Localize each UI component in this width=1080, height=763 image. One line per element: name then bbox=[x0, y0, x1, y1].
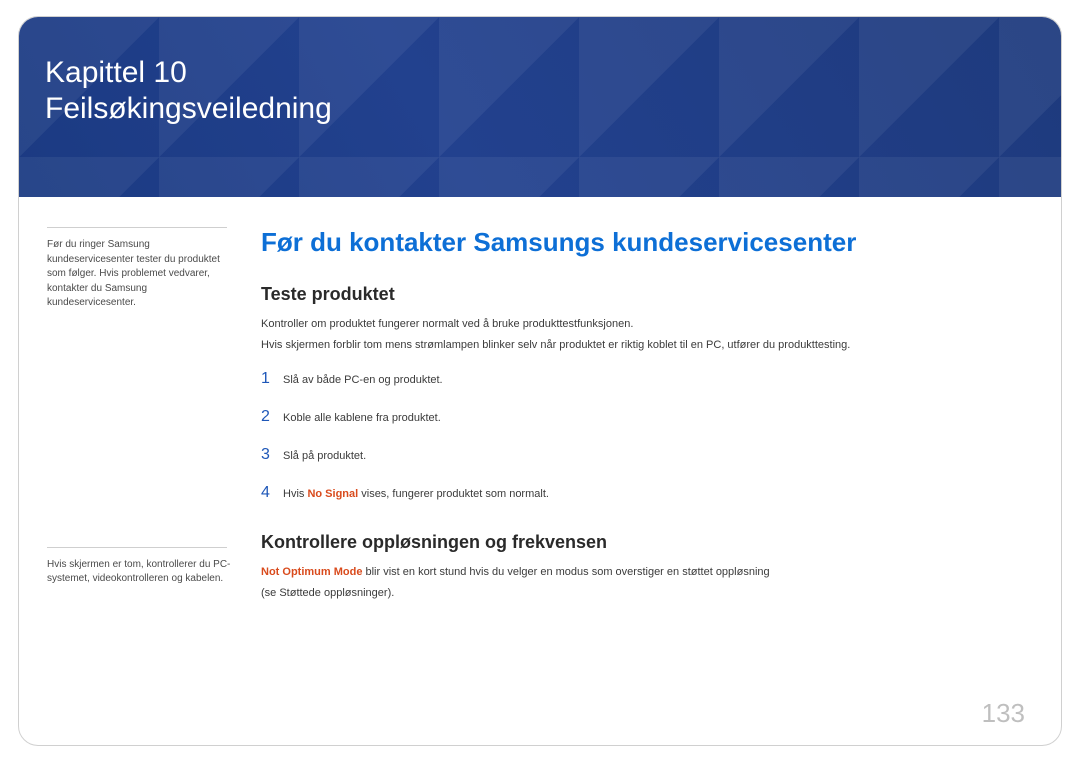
step-number: 3 bbox=[261, 446, 283, 464]
divider bbox=[47, 227, 227, 228]
sidebar-note-1: Før du ringer Samsung kundeservicesenter… bbox=[47, 238, 235, 311]
divider bbox=[47, 547, 227, 548]
step-text-suffix: vises, fungerer produktet som normalt. bbox=[358, 488, 549, 500]
chapter-label: Kapittel 10 bbox=[45, 55, 332, 91]
sidebar-notes: Før du ringer Samsung kundeservicesenter… bbox=[47, 227, 255, 746]
section-title-test-product: Teste produktet bbox=[261, 284, 1021, 305]
step-text: Koble alle kablene fra produktet. bbox=[283, 408, 441, 424]
step-text: Hvis No Signal vises, fungerer produktet… bbox=[283, 484, 549, 500]
paragraph: Kontroller om produktet fungerer normalt… bbox=[261, 317, 1021, 332]
paragraph-rest: blir vist en kort stund hvis du velger e… bbox=[362, 566, 769, 578]
step-text: Slå av både PC-en og produktet. bbox=[283, 370, 443, 386]
chapter-hero-banner: Kapittel 10 Feilsøkingsveiledning bbox=[19, 17, 1061, 197]
sidebar-note-2: Hvis skjermen er tom, kontrollerer du PC… bbox=[47, 558, 235, 587]
steps-list: 1 Slå av både PC-en og produktet. 2 Kobl… bbox=[261, 370, 1021, 502]
step-text-highlight: No Signal bbox=[307, 488, 358, 500]
paragraph: Not Optimum Mode blir vist en kort stund… bbox=[261, 565, 1021, 580]
page-heading: Før du kontakter Samsungs kundeservicese… bbox=[261, 227, 1021, 258]
step-item: 4 Hvis No Signal vises, fungerer produkt… bbox=[261, 484, 1021, 502]
step-text: Slå på produktet. bbox=[283, 446, 366, 462]
document-page: Kapittel 10 Feilsøkingsveiledning Før du… bbox=[18, 16, 1062, 746]
chapter-name: Feilsøkingsveiledning bbox=[45, 91, 332, 127]
step-number: 1 bbox=[261, 370, 283, 388]
content-area: Før du ringer Samsung kundeservicesenter… bbox=[19, 197, 1061, 746]
paragraph-highlight: Not Optimum Mode bbox=[261, 566, 362, 578]
step-item: 2 Koble alle kablene fra produktet. bbox=[261, 408, 1021, 426]
chapter-title-block: Kapittel 10 Feilsøkingsveiledning bbox=[45, 55, 332, 127]
section-title-resolution: Kontrollere oppløsningen og frekvensen bbox=[261, 532, 1021, 553]
step-item: 1 Slå av både PC-en og produktet. bbox=[261, 370, 1021, 388]
step-item: 3 Slå på produktet. bbox=[261, 446, 1021, 464]
step-number: 2 bbox=[261, 408, 283, 426]
step-number: 4 bbox=[261, 484, 283, 502]
paragraph: (se Støttede oppløsninger). bbox=[261, 586, 1021, 601]
main-column: Før du kontakter Samsungs kundeservicese… bbox=[255, 227, 1021, 746]
paragraph: Hvis skjermen forblir tom mens strømlamp… bbox=[261, 338, 1021, 353]
page-number: 133 bbox=[982, 698, 1025, 729]
step-text-prefix: Hvis bbox=[283, 488, 307, 500]
